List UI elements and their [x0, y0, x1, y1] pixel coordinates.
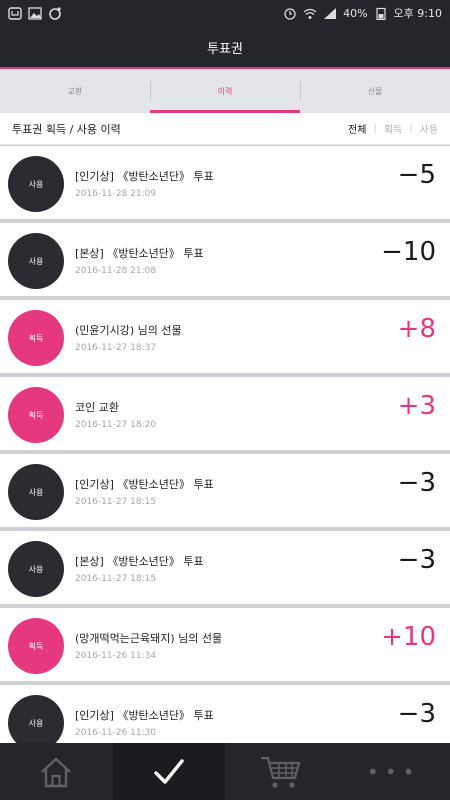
page-title: 투표권 — [207, 41, 243, 57]
alarm-icon — [284, 7, 296, 20]
item-date: 2016-11-27 18:37 — [75, 343, 157, 353]
status-time: 오후 9:10 — [393, 7, 442, 20]
badge-use: 사용 — [8, 156, 64, 212]
battery-level: 40% — [343, 6, 368, 20]
badge-use: 사용 — [8, 233, 64, 289]
item-date: 2016-11-27 18:15 — [75, 574, 157, 584]
item-amount: −5 — [397, 160, 436, 190]
tab-exchange-label: 교환 — [67, 86, 83, 96]
status-bar: 40% 오후 9:10 — [0, 0, 450, 26]
badge-label: 획득 — [28, 333, 44, 343]
battery-icon — [375, 7, 386, 20]
history-filters: 전체 | 획득 | 사용 — [341, 121, 438, 136]
item-amount: −10 — [381, 237, 436, 267]
badge-label: 획득 — [28, 410, 44, 420]
item-date: 2016-11-26 11:30 — [75, 728, 157, 738]
item-title: [본상] 《방탄소년단》 투표 — [75, 247, 204, 260]
tab-divider — [150, 81, 151, 101]
item-title: 코인 교환 — [75, 401, 119, 414]
badge-label: 사용 — [28, 564, 44, 574]
filter-use[interactable]: 사용 — [420, 121, 438, 136]
bottom-nav: ••• — [0, 743, 450, 800]
item-amount: −3 — [397, 468, 436, 498]
item-amount: −3 — [397, 699, 436, 729]
more-icon: ••• — [367, 759, 421, 784]
list-item[interactable]: 사용 [본상] 《방탄소년단》 투표 2016-11-28 21:08 −10 — [0, 223, 450, 296]
nav-vote-button[interactable] — [112, 743, 225, 800]
app-notification-icon — [8, 6, 22, 20]
tab-history[interactable]: 이력 — [150, 69, 300, 113]
history-title: 투표권 획득 / 사용 이력 — [12, 122, 121, 136]
badge-label: 사용 — [28, 179, 44, 189]
list-item[interactable]: 획득 (망개떡먹는근육돼지) 님의 선물 2016-11-26 11:34 +10 — [0, 608, 450, 681]
status-left-icons — [8, 6, 62, 20]
badge-gain: 획득 — [8, 387, 64, 443]
sync-notification-icon — [49, 6, 61, 20]
list-item[interactable]: 사용 [인기상] 《방탄소년단》 투표 2016-11-28 21:09 −5 — [0, 146, 450, 219]
item-title: [인기상] 《방탄소년단》 투표 — [75, 170, 214, 183]
tab-history-label: 이력 — [217, 86, 233, 96]
badge-use: 사용 — [8, 464, 64, 520]
history-header: 투표권 획득 / 사용 이력 전체 | 획득 | 사용 — [0, 113, 450, 145]
item-date: 2016-11-27 18:20 — [75, 420, 157, 430]
item-date: 2016-11-28 21:08 — [75, 266, 157, 276]
item-amount: +3 — [397, 391, 436, 421]
badge-use: 사용 — [8, 541, 64, 597]
check-icon — [154, 758, 184, 784]
list-item[interactable]: 획득 코인 교환 2016-11-27 18:20 +3 — [0, 377, 450, 450]
home-icon — [41, 756, 72, 787]
item-amount: −3 — [397, 545, 436, 575]
item-title: [인기상] 《방탄소년단》 투표 — [75, 478, 214, 491]
status-right-icons: 40% 오후 9:10 — [283, 5, 442, 21]
list-item[interactable]: 획득 (민윤기시강) 님의 선물 2016-11-27 18:37 +8 — [0, 300, 450, 373]
item-title: (민윤기시강) 님의 선물 — [75, 324, 182, 337]
item-title: [인기상] 《방탄소년단》 투표 — [75, 709, 214, 722]
badge-gain: 획득 — [8, 310, 64, 366]
item-title: [본상] 《방탄소년단》 투표 — [75, 555, 204, 568]
filter-all[interactable]: 전체 — [348, 121, 366, 136]
image-notification-icon — [28, 6, 42, 20]
list-item[interactable]: 사용 [인기상] 《방탄소년단》 투표 2016-11-27 18:15 −3 — [0, 454, 450, 527]
tab-exchange[interactable]: 교환 — [0, 69, 150, 113]
nav-home-button[interactable] — [0, 743, 113, 800]
item-amount: +10 — [381, 622, 436, 652]
tab-divider — [300, 81, 301, 101]
filter-gain[interactable]: 획득 — [384, 121, 402, 136]
wifi-icon — [303, 8, 317, 19]
item-date: 2016-11-28 21:09 — [75, 189, 157, 199]
cart-icon — [261, 756, 301, 788]
item-date: 2016-11-26 11:34 — [75, 651, 157, 661]
tab-gift[interactable]: 선물 — [300, 69, 450, 113]
badge-label: 사용 — [28, 487, 44, 497]
filter-divider: | — [409, 123, 413, 134]
item-date: 2016-11-27 18:15 — [75, 497, 157, 507]
list-item[interactable]: 사용 [본상] 《방탄소년단》 투표 2016-11-27 18:15 −3 — [0, 531, 450, 604]
item-amount: +8 — [397, 314, 436, 344]
badge-label: 획득 — [28, 641, 44, 651]
badge-label: 사용 — [28, 256, 44, 266]
badge-gain: 획득 — [8, 618, 64, 674]
item-title: (망개떡먹는근육돼지) 님의 선물 — [75, 632, 223, 645]
nav-shop-button[interactable] — [225, 743, 338, 800]
nav-more-button[interactable]: ••• — [338, 743, 450, 800]
title-bar: 투표권 — [0, 26, 450, 68]
tab-bar: 교환 이력 선물 — [0, 69, 450, 113]
badge-label: 사용 — [28, 718, 44, 728]
filter-divider: | — [373, 123, 377, 134]
tab-gift-label: 선물 — [367, 86, 383, 96]
signal-icon — [324, 7, 337, 19]
